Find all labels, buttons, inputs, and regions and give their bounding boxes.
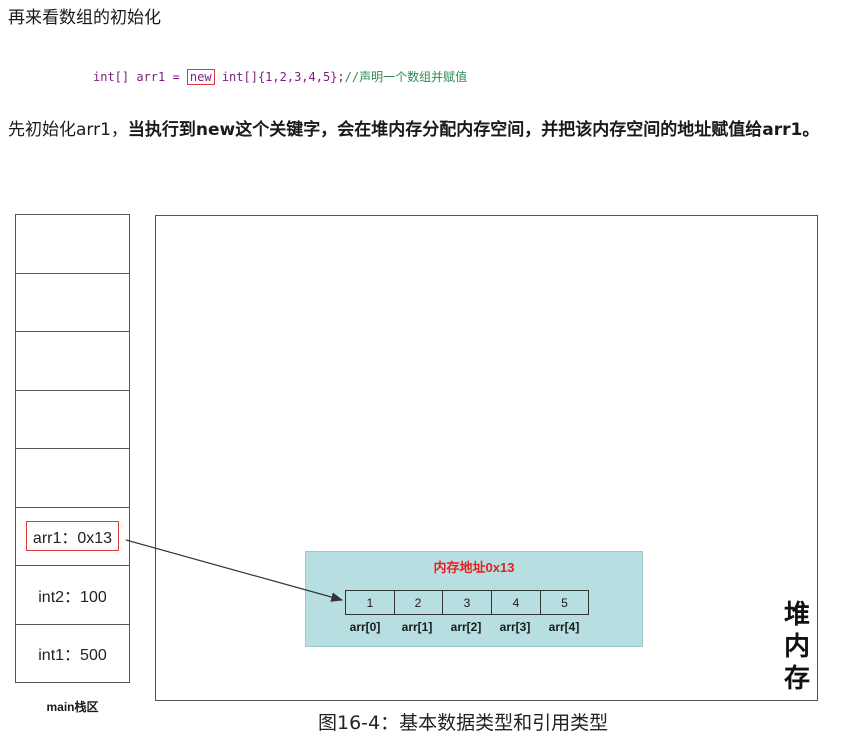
array-element: 4 [492,590,541,615]
heap-label-char: 存 [783,663,810,693]
stack-cell-int2: int2：100 [15,566,130,625]
stack-cell-empty [15,214,130,274]
arr1-reference: arr1：0x13 [25,521,120,552]
memory-address-title: 内存地址0x13 [433,560,515,575]
stack-cell-empty [15,332,130,391]
heap-label: 堆内存 [780,598,814,694]
section-heading: 再来看数组的初始化 [8,8,161,28]
array-element: 5 [541,590,589,615]
heap-label-char: 内 [783,631,810,661]
explanation-paragraph: 先初始化arr1，当执行到new这个关键字，会在堆内存分配内存空间，并把该内存空… [8,117,834,144]
array-element: 2 [394,590,443,615]
stack-cell-empty [15,273,130,332]
array-index-label: arr[2] [450,620,482,634]
code-line: int[] arr1 = new int[]{1,2,3,4,5};//声明一个… [93,68,467,86]
stack-cell-arr1: arr1：0x13 [15,507,130,566]
paragraph-bold: 当执行到new这个关键字，会在堆内存分配内存空间，并把该内存空间的地址赋值给ar… [127,120,820,140]
code-part-1: int[] arr1 = [93,70,187,84]
array-index-label: arr[0] [349,620,381,634]
stack-cell-empty [15,449,130,508]
code-part-2: int[]{1,2,3,4,5}; [214,70,345,84]
figure-caption: 图16-4：基本数据类型和引用类型 [318,712,609,734]
code-comment: //声明一个数组并赋值 [344,70,468,84]
stack-cell-int1: int1：500 [15,624,130,683]
array-element: 1 [345,590,395,615]
memory-block: 内存地址0x13 1 2 3 4 5 arr[0] arr[1] arr[2] … [305,551,643,647]
paragraph-plain: 先初始化arr1， [8,120,128,140]
heap-label-char: 堆 [783,599,810,629]
new-keyword: new [186,69,215,85]
stack-area: arr1：0x13 int2：100 int1：500 [15,214,130,683]
stack-label: main栈区 [46,700,99,714]
array-index-label: arr[1] [401,620,433,634]
array-index-label: arr[3] [499,620,531,634]
array-element: 3 [443,590,492,615]
stack-cell-empty [15,390,130,449]
array-index-label: arr[4] [548,620,580,634]
